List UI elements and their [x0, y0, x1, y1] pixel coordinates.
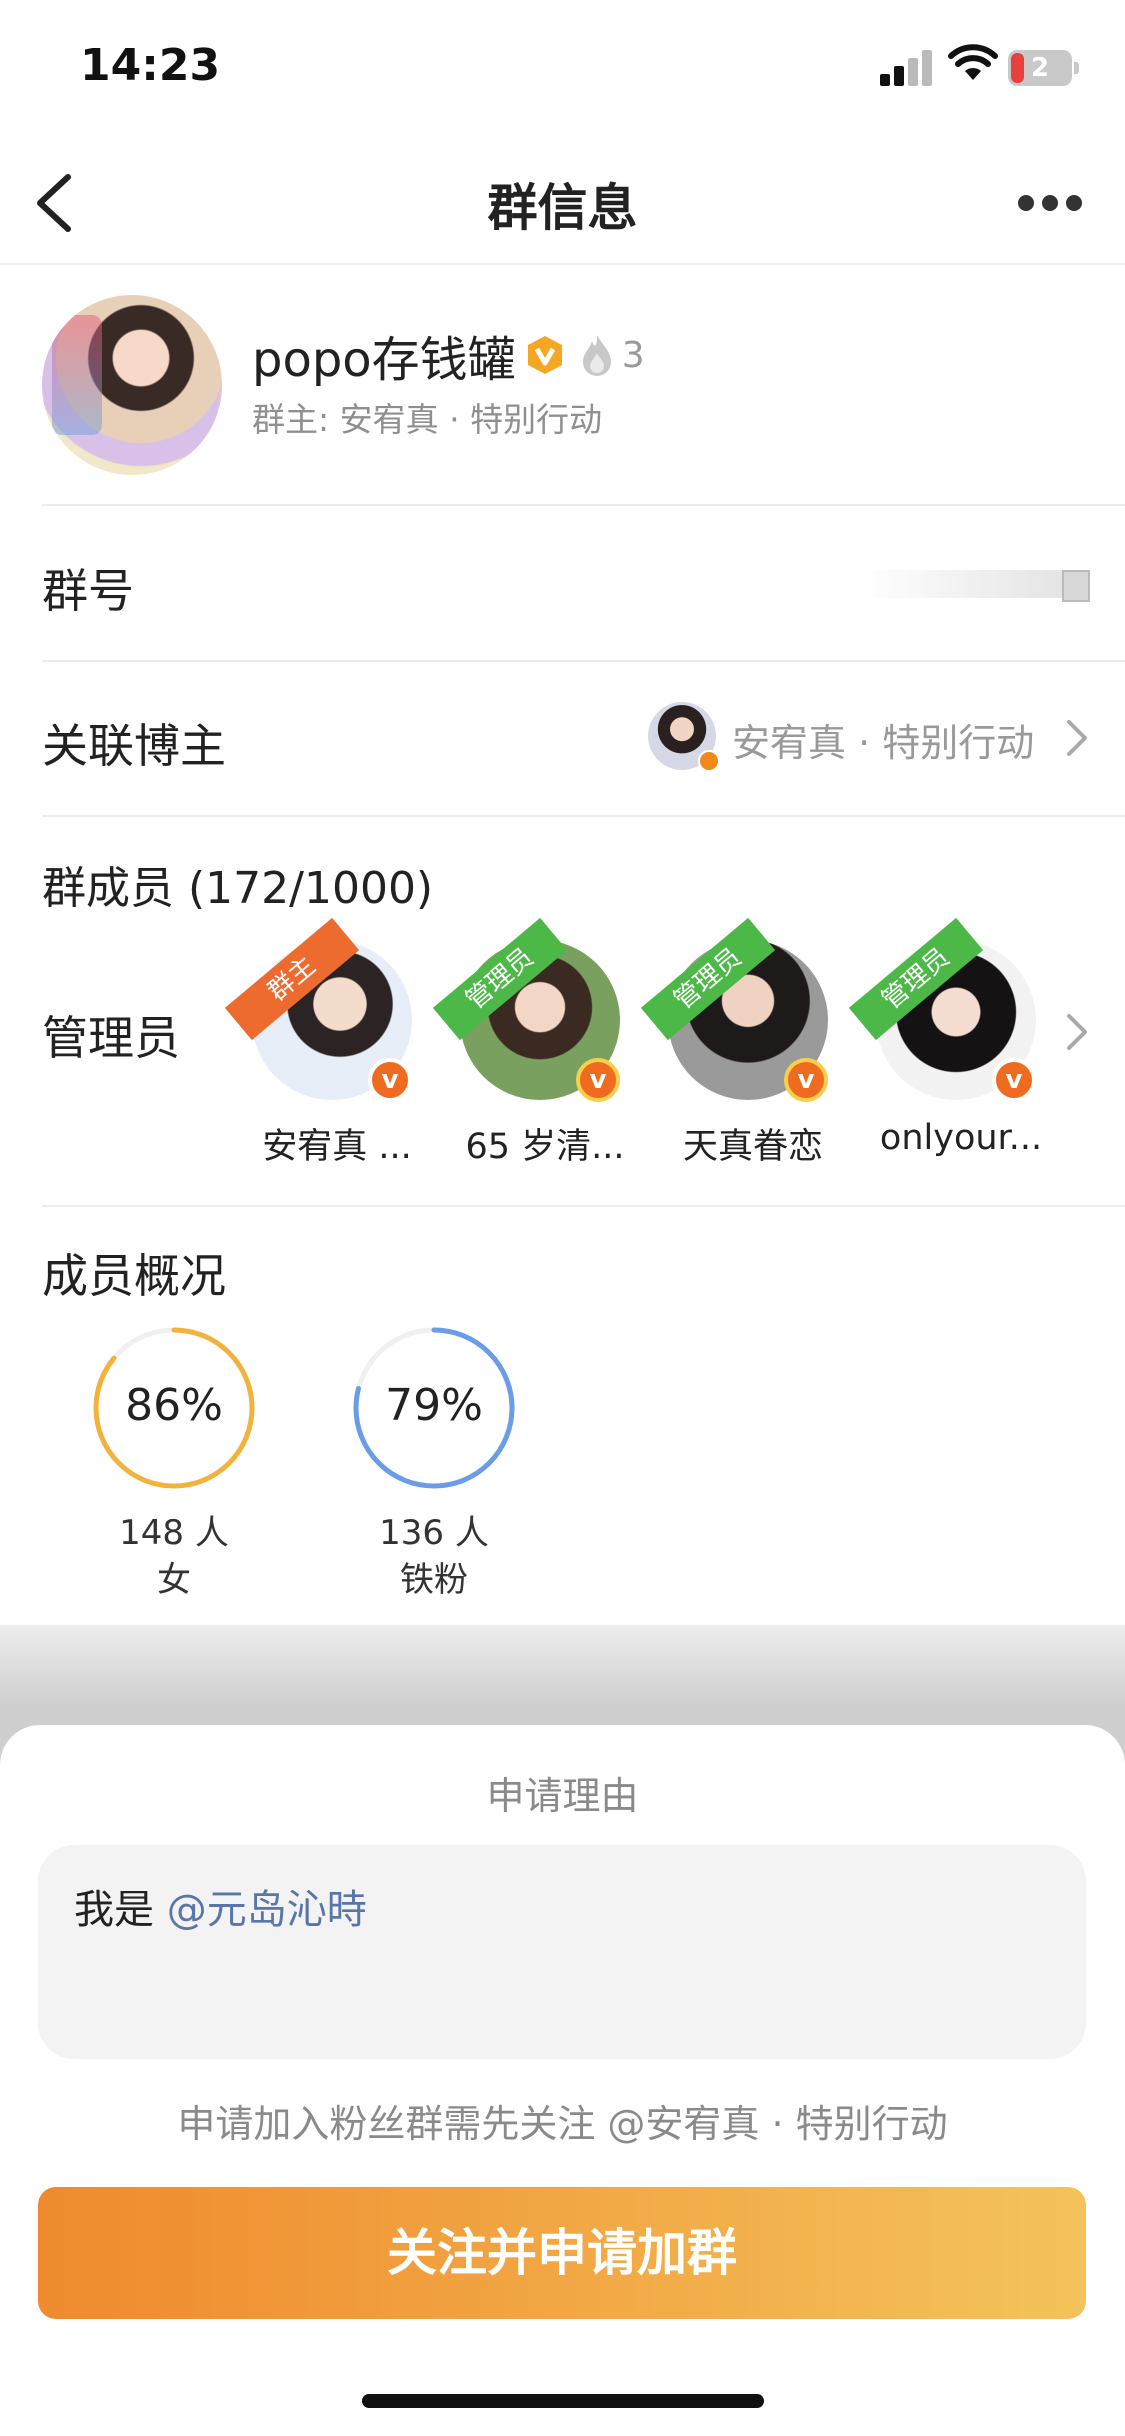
verified-badge-icon: [527, 336, 562, 374]
divider: [42, 815, 1125, 817]
iron-fan-count: 136 人: [379, 1513, 489, 1553]
admin-member[interactable]: 管理员 v onlyour...: [848, 917, 1042, 1170]
verified-badge-icon: v: [576, 1058, 620, 1102]
group-avatar[interactable]: [42, 295, 222, 475]
battery-level: 2: [1030, 53, 1050, 83]
nav-bar: 群信息: [0, 140, 1125, 265]
divider: [42, 1205, 1125, 1207]
members-title[interactable]: 群成员 (172/1000): [42, 852, 433, 916]
verified-badge-icon: v: [992, 1058, 1036, 1102]
member-name: 65 岁清...: [465, 1127, 625, 1167]
verified-badge-icon: v: [368, 1058, 412, 1102]
female-percent: 86%: [125, 1380, 223, 1431]
group-header[interactable]: popo存钱罐 3 群主: 安宥真 · 特别行动: [0, 265, 1125, 505]
iron-fan-percent: 79%: [385, 1380, 483, 1431]
group-name-row: popo存钱罐 3: [252, 325, 645, 388]
female-count: 148 人: [119, 1513, 229, 1553]
home-indicator[interactable]: [362, 2394, 764, 2408]
overview-title: 成员概况: [42, 1249, 226, 1303]
member-name: onlyour...: [879, 1118, 1043, 1158]
group-number-label: 群号: [42, 564, 134, 618]
member-name: 安宥真 ...: [262, 1127, 412, 1167]
fire-count: 3: [621, 334, 645, 376]
reason-text: 我是 @元岛沁時: [74, 1877, 367, 1935]
group-name: popo存钱罐: [252, 332, 516, 388]
female-label: 女: [157, 1560, 191, 1600]
signal-icon: [880, 48, 932, 86]
status-time: 14:23: [80, 40, 221, 91]
divider: [42, 504, 1125, 506]
more-dots-icon[interactable]: [1010, 190, 1090, 220]
verified-badge-icon: v: [784, 1058, 828, 1102]
page-title: 群信息: [487, 179, 638, 237]
divider: [42, 660, 1125, 662]
linked-blogger-name[interactable]: 安宥真 · 特别行动: [732, 712, 1034, 767]
admin-member[interactable]: 群主 v 安宥真 ...: [224, 917, 412, 1170]
chevron-right-icon[interactable]: [1063, 1010, 1091, 1054]
admin-member[interactable]: 管理员 v 65 岁清...: [432, 917, 625, 1170]
apply-sheet: 申请理由 我是 @元岛沁時 申请加入粉丝群需先关注 @安宥真 · 特别行动 关注…: [0, 1725, 1125, 2436]
reason-prefix: 我是: [74, 1887, 167, 1933]
admin-member[interactable]: 管理员 v 天真眷恋: [640, 917, 828, 1170]
reason-mention[interactable]: @元岛沁時: [167, 1887, 367, 1933]
admins-label: 管理员: [42, 1011, 180, 1065]
battery-icon: 2: [1008, 50, 1079, 86]
fire-icon: [582, 335, 611, 376]
chevron-right-icon[interactable]: [1063, 716, 1091, 760]
follow-notice: 申请加入粉丝群需先关注 @安宥真 · 特别行动: [177, 2102, 948, 2146]
iron-fan-label: 铁粉: [400, 1560, 468, 1600]
sheet-title: 申请理由: [486, 1774, 639, 1818]
verified-badge-icon: [698, 750, 720, 772]
follow-and-join-button[interactable]: 关注并申请加群: [38, 2187, 1086, 2319]
member-name: 天真眷恋: [682, 1127, 823, 1167]
group-number-value[interactable]: [860, 570, 1090, 602]
wifi-icon: [948, 44, 998, 80]
reason-input[interactable]: 我是 @元岛沁時: [38, 1845, 1086, 2059]
status-bar: 14:23 2: [0, 0, 1125, 140]
group-owner: 群主: 安宥真 · 特别行动: [252, 400, 603, 439]
linked-blogger-label: 关联博主: [42, 719, 226, 773]
